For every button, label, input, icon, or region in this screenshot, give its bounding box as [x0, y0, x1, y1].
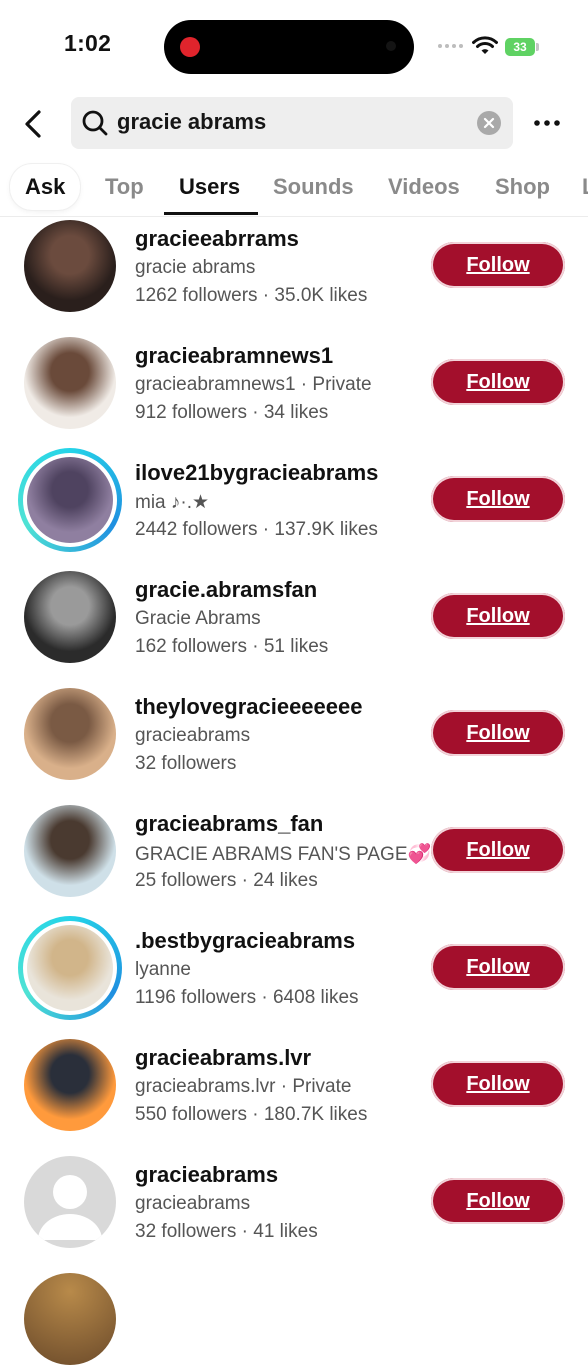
follow-button[interactable]: Follow — [431, 593, 565, 639]
follow-button[interactable]: Follow — [431, 1061, 565, 1107]
list-item[interactable]: gracieabrams_fan GRACIE ABRAMS FAN'S PAG… — [0, 803, 588, 920]
follow-button[interactable]: Follow — [431, 710, 565, 756]
user-stats: 25 followers · 24 likes — [135, 870, 318, 891]
list-item[interactable]: gracieabrams gracieabrams 32 followers ·… — [0, 1154, 588, 1271]
wifi-icon — [472, 36, 498, 54]
avatar[interactable] — [24, 1273, 116, 1365]
more-horizontal-icon — [534, 120, 560, 126]
display-name: lyanne — [135, 959, 191, 980]
tab-videos[interactable]: Videos — [388, 174, 460, 200]
user-stats: 1262 followers · 35.0K likes — [135, 285, 368, 306]
list-item[interactable]: .bestbygracieabrams lyanne 1196 follower… — [0, 916, 588, 1037]
search-tabs: Ask Top Users Sounds Videos Shop L — [0, 160, 588, 217]
list-item[interactable]: gracieeabrrams gracie abrams 1262 follow… — [0, 218, 588, 335]
avatar[interactable] — [24, 805, 116, 897]
follow-button[interactable]: Follow — [431, 944, 565, 990]
avatar — [27, 457, 113, 543]
avatar[interactable] — [24, 220, 116, 312]
close-icon — [483, 117, 495, 129]
dynamic-island — [164, 20, 414, 74]
list-item[interactable]: ilove21bygracieabrams mia ♪·.★ 2442 foll… — [0, 448, 588, 569]
display-name: GRACIE ABRAMS FAN'S PAGE💞 — [135, 844, 432, 865]
username: gracieeabrrams — [135, 226, 299, 251]
avatar-story-ring[interactable] — [18, 448, 122, 552]
user-stats: 32 followers · 41 likes — [135, 1221, 318, 1242]
search-query: gracie abrams — [117, 109, 267, 134]
tab-ask[interactable]: Ask — [10, 164, 80, 210]
username: theylovegracieeeeeee — [135, 694, 363, 719]
follow-button[interactable]: Follow — [431, 476, 565, 522]
username: ilove21bygracieabrams — [135, 460, 379, 485]
chevron-left-icon — [25, 110, 41, 138]
tab-shop[interactable]: Shop — [495, 174, 550, 200]
back-button[interactable] — [16, 104, 52, 144]
tab-users[interactable]: Users — [179, 174, 240, 200]
default-avatar-icon — [38, 1175, 102, 1240]
clear-search-button[interactable] — [477, 111, 501, 135]
user-stats: 2442 followers · 137.9K likes — [135, 519, 378, 540]
user-stats: 32 followers — [135, 753, 237, 774]
username: gracieabrams.lvr — [135, 1045, 312, 1070]
list-item[interactable]: gracieabrams.lvr gracieabrams.lvr · Priv… — [0, 1037, 588, 1154]
follow-button[interactable]: Follow — [431, 827, 565, 873]
display-name: gracie abrams — [135, 257, 256, 278]
more-options-button[interactable] — [530, 110, 564, 136]
display-name: mia ♪·.★ — [135, 492, 210, 513]
tab-top[interactable]: Top — [105, 174, 144, 200]
status-bar: 1:02 33 — [0, 0, 588, 96]
username: gracieabrams — [135, 1162, 279, 1187]
avatar[interactable] — [24, 337, 116, 429]
username: gracie.abramsfan — [135, 577, 318, 602]
display-name: gracieabramnews1 · Private — [135, 374, 372, 395]
follow-button[interactable]: Follow — [431, 359, 565, 405]
search-icon — [82, 110, 108, 136]
tab-live[interactable]: L — [582, 174, 588, 200]
username: gracieabramnews1 — [135, 343, 334, 368]
active-tab-indicator — [164, 212, 258, 215]
recording-indicator-icon — [180, 37, 200, 57]
user-stats: 162 followers · 51 likes — [135, 636, 329, 657]
avatar[interactable] — [24, 1039, 116, 1131]
user-stats: 912 followers · 34 likes — [135, 402, 329, 423]
user-results-list: gracieeabrrams gracie abrams 1262 follow… — [0, 218, 588, 1271]
avatar[interactable] — [24, 688, 116, 780]
cellular-signal-icon — [438, 44, 463, 48]
status-time: 1:02 — [64, 30, 112, 56]
user-stats: 550 followers · 180.7K likes — [135, 1104, 368, 1125]
display-name: gracieabrams.lvr · Private — [135, 1076, 352, 1097]
avatar[interactable] — [24, 1156, 116, 1248]
avatar[interactable] — [24, 571, 116, 663]
list-item[interactable]: theylovegracieeeeeee gracieabrams 32 fol… — [0, 686, 588, 803]
battery-tip — [536, 43, 539, 51]
display-name: Gracie Abrams — [135, 608, 261, 629]
list-item[interactable]: gracieabramnews1 gracieabramnews1 · Priv… — [0, 335, 588, 452]
username: .bestbygracieabrams — [135, 928, 356, 953]
avatar-story-ring[interactable] — [18, 916, 122, 1020]
avatar — [27, 925, 113, 1011]
follow-button[interactable]: Follow — [431, 242, 565, 288]
follow-button[interactable]: Follow — [431, 1178, 565, 1224]
display-name: gracieabrams — [135, 1193, 251, 1214]
user-stats: 1196 followers · 6408 likes — [135, 987, 359, 1008]
battery-icon: 33 — [505, 38, 535, 56]
tab-sounds[interactable]: Sounds — [273, 174, 354, 200]
camera-sensor — [386, 41, 396, 51]
username: gracieabrams_fan — [135, 811, 324, 836]
search-input[interactable]: gracie abrams — [71, 97, 513, 149]
display-name: gracieabrams — [135, 725, 251, 746]
list-item[interactable]: gracie.abramsfan Gracie Abrams 162 follo… — [0, 569, 588, 686]
